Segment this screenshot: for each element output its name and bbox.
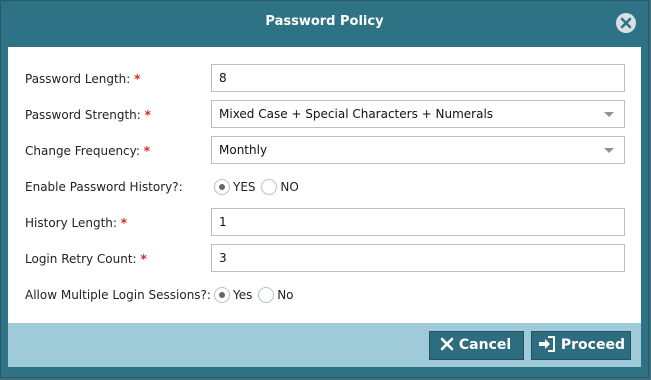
radio-unchecked-icon[interactable] bbox=[258, 286, 275, 303]
multiple-sessions-no-option[interactable]: No bbox=[258, 280, 294, 310]
multiple-sessions-yes-label: Yes bbox=[233, 288, 253, 302]
proceed-button-label: Proceed bbox=[560, 337, 625, 353]
radio-checked-icon[interactable] bbox=[214, 286, 230, 303]
multiple-sessions-yes-option[interactable]: Yes bbox=[214, 280, 252, 310]
enable-history-radio-group: YES NO bbox=[214, 172, 301, 202]
required-marker: * bbox=[144, 108, 151, 122]
login-retry-input[interactable]: 3 bbox=[211, 244, 625, 272]
login-retry-row: Login Retry Count: * 3 bbox=[8, 244, 641, 274]
multiple-sessions-radio-group: Yes No bbox=[214, 280, 296, 310]
required-marker: * bbox=[140, 252, 147, 266]
password-length-label: Password Length: * bbox=[25, 72, 141, 86]
login-retry-label: Login Retry Count: * bbox=[25, 252, 147, 266]
enable-history-no-label: NO bbox=[280, 180, 299, 194]
enable-history-no-option[interactable]: NO bbox=[261, 172, 299, 202]
enable-history-row: Enable Password History?: YES NO bbox=[8, 172, 641, 202]
dialog-footer: Cancel Proceed bbox=[8, 323, 641, 367]
password-strength-value: Mixed Case + Special Characters + Numera… bbox=[219, 107, 494, 121]
history-length-row: History Length: * 1 bbox=[8, 208, 641, 238]
enable-history-yes-option[interactable]: YES bbox=[214, 172, 256, 202]
close-icon bbox=[440, 337, 454, 350]
password-strength-row: Password Strength: * Mixed Case + Specia… bbox=[8, 100, 641, 130]
dialog-titlebar: Password Policy bbox=[1, 1, 648, 45]
enable-history-label: Enable Password History?: bbox=[25, 180, 183, 194]
chevron-down-icon bbox=[604, 112, 614, 117]
chevron-down-icon bbox=[604, 148, 614, 153]
history-length-input[interactable]: 1 bbox=[211, 208, 625, 236]
sign-in-icon bbox=[539, 335, 555, 352]
required-marker: * bbox=[143, 144, 151, 158]
radio-unchecked-icon[interactable] bbox=[261, 178, 278, 195]
change-frequency-row: Change Frequency: * Monthly bbox=[8, 136, 641, 166]
dialog-title: Password Policy bbox=[265, 14, 384, 29]
close-button[interactable] bbox=[616, 13, 636, 33]
multiple-sessions-no-label: No bbox=[277, 288, 294, 302]
multiple-sessions-label: Allow Multiple Login Sessions?: bbox=[25, 288, 211, 302]
cancel-button-label: Cancel bbox=[458, 337, 512, 353]
radio-checked-icon[interactable] bbox=[214, 178, 230, 195]
password-length-input[interactable]: 8 bbox=[211, 64, 625, 92]
password-policy-dialog: Password Policy Password Length: * 8 Pas… bbox=[0, 0, 649, 378]
dialog-body: Password Length: * 8 Password Strength: … bbox=[8, 47, 641, 323]
password-strength-label: Password Strength: * bbox=[25, 108, 151, 122]
required-marker: * bbox=[120, 216, 128, 230]
change-frequency-label: Change Frequency: * bbox=[25, 144, 151, 158]
change-frequency-select[interactable]: Monthly bbox=[211, 136, 625, 164]
close-icon bbox=[620, 17, 632, 29]
password-length-row: Password Length: * 8 bbox=[8, 64, 641, 94]
required-marker: * bbox=[134, 72, 141, 86]
cancel-button[interactable]: Cancel bbox=[429, 331, 524, 360]
multiple-sessions-row: Allow Multiple Login Sessions?: Yes No bbox=[8, 280, 641, 310]
change-frequency-value: Monthly bbox=[219, 143, 268, 157]
proceed-button[interactable]: Proceed bbox=[531, 331, 631, 360]
password-strength-select[interactable]: Mixed Case + Special Characters + Numera… bbox=[211, 100, 625, 128]
enable-history-yes-label: YES bbox=[233, 180, 256, 194]
history-length-label: History Length: * bbox=[25, 216, 128, 230]
